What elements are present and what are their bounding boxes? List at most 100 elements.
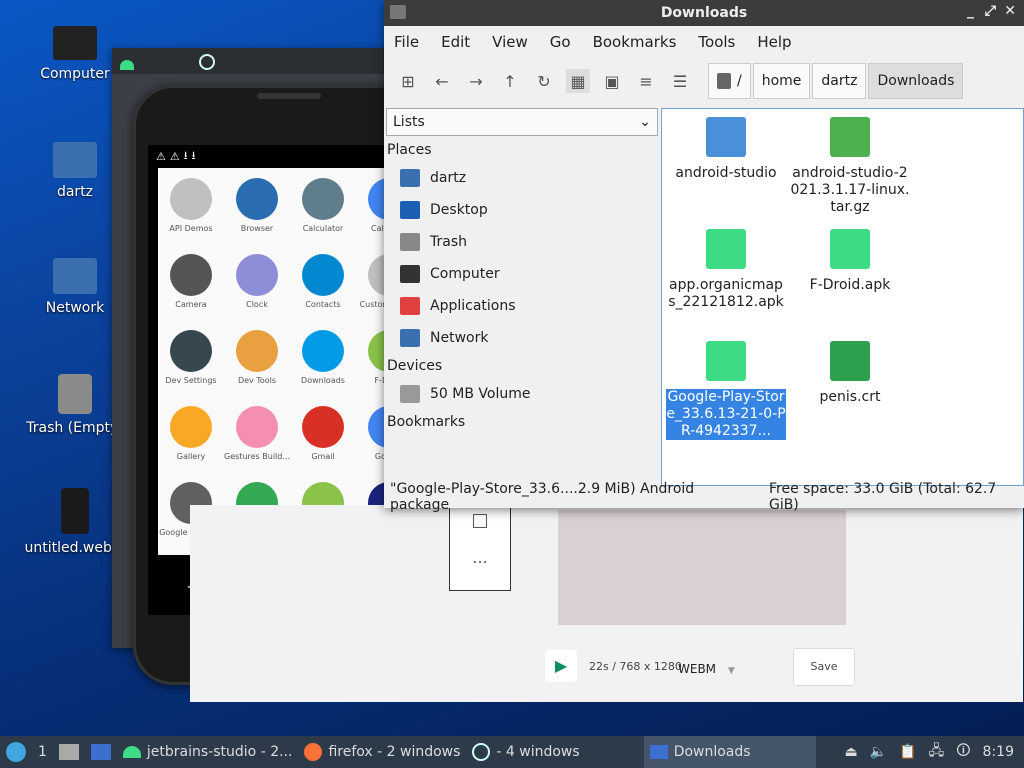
list-view-icon[interactable]: ☰ [668, 69, 692, 93]
network-icon[interactable]: 🖧 [929, 740, 945, 764]
app-icon [170, 254, 212, 296]
clock[interactable]: 8:19 [983, 744, 1014, 760]
menu-file[interactable]: File [394, 33, 419, 51]
breadcrumb-downloads[interactable]: Downloads [868, 63, 964, 99]
menu-help[interactable]: Help [757, 33, 791, 51]
places-list: dartz Desktop Trash Computer Applications Net… [384, 162, 660, 354]
volume-icon[interactable]: 🔈 [870, 744, 887, 760]
screen-recorder-window: ... ▶ 22s / 768 x 1280 WEBM ▼ Save [190, 505, 1023, 702]
eject-icon[interactable]: ⏏ [845, 744, 858, 760]
app-icon [302, 406, 344, 448]
file-item[interactable]: android-studio [666, 117, 786, 182]
sidebar-item-trash[interactable]: Trash [384, 226, 660, 258]
app-launcher[interactable]: Dev Tools [224, 320, 290, 385]
stop-icon[interactable] [473, 514, 487, 528]
app-icon [236, 330, 278, 372]
taskbar-item-firefox[interactable]: firefox - 2 windows [298, 736, 466, 768]
app-launcher[interactable]: Browser [224, 168, 290, 233]
computer-icon [53, 26, 97, 60]
clipboard-icon[interactable]: 📋 [899, 744, 916, 760]
app-icon [236, 254, 278, 296]
forward-arrow-icon[interactable]: → [464, 69, 488, 93]
file-icon [706, 341, 746, 381]
menu-tools[interactable]: Tools [698, 33, 735, 51]
play-button[interactable]: ▶ [545, 650, 577, 682]
save-button[interactable]: Save [793, 648, 855, 686]
drive-icon [400, 385, 420, 403]
thumbnail-view-icon[interactable]: ▣ [600, 69, 624, 93]
file-item[interactable]: app.organicmaps_22121812.apk [666, 229, 786, 311]
sidebar-item-computer[interactable]: Computer [384, 258, 660, 290]
app-launcher[interactable]: Gallery [158, 396, 224, 461]
sidebar-item-volume[interactable]: 50 MB Volume [384, 378, 660, 410]
sidebar-item-network[interactable]: Network [384, 322, 660, 354]
file-name: Google-Play-Store_33.6.13-21-0-PR-494233… [666, 389, 786, 440]
app-launcher[interactable]: Downloads [290, 320, 356, 385]
drive-icon [717, 73, 731, 89]
app-launcher[interactable]: Gestures Build... [224, 396, 290, 461]
sidebar-item-dartz[interactable]: dartz [384, 162, 660, 194]
up-arrow-icon[interactable]: ↑ [498, 69, 522, 93]
compact-view-icon[interactable]: ≡ [634, 69, 658, 93]
window-title: Downloads [660, 5, 748, 21]
app-launcher[interactable]: Clock [224, 244, 290, 309]
sidebar-item-label: Computer [430, 266, 500, 282]
file-item[interactable]: penis.crt [790, 341, 910, 406]
app-launcher[interactable]: Camera [158, 244, 224, 309]
refresh-icon[interactable]: ↻ [532, 69, 556, 93]
app-label: Gmail [311, 452, 335, 461]
more-button[interactable]: ... [450, 548, 510, 567]
menu-go[interactable]: Go [550, 33, 571, 51]
toolbar: ⊞ ← → ↑ ↻ ▦ ▣ ≡ ☰ / home dartz Downloads [384, 58, 1024, 104]
file-item[interactable]: F-Droid.apk [790, 229, 910, 294]
workspace-switcher[interactable]: 1 [32, 736, 53, 768]
icon-view-icon[interactable]: ▦ [566, 69, 590, 93]
sidebar-item-desktop[interactable]: Desktop [384, 194, 660, 226]
new-tab-icon[interactable]: ⊞ [396, 69, 420, 93]
taskbar-item-recorder[interactable]: - 4 windows [466, 736, 585, 768]
file-manager-launcher[interactable] [53, 736, 85, 768]
place-icon [400, 265, 420, 283]
back-arrow-icon[interactable]: ← [430, 69, 454, 93]
sidebar-item-label: Applications [430, 298, 516, 314]
file-item[interactable]: android-studio-2021.3.1.17-linux.tar.gz [790, 117, 910, 216]
chevron-down-icon: ⌄ [639, 114, 651, 130]
breadcrumb-dartz[interactable]: dartz [812, 63, 867, 99]
app-icon [302, 330, 344, 372]
close-icon[interactable]: ✕ [1004, 3, 1016, 19]
breadcrumb-home[interactable]: home [752, 63, 811, 99]
menu-edit[interactable]: Edit [441, 33, 470, 51]
network-folder-icon [53, 258, 97, 294]
place-icon [400, 201, 420, 219]
lxqt-logo-icon [6, 742, 26, 762]
app-launcher[interactable]: Gmail [290, 396, 356, 461]
show-desktop-button[interactable] [85, 736, 117, 768]
menu-view[interactable]: View [492, 33, 528, 51]
bookmarks-header: Bookmarks [387, 414, 466, 430]
app-launcher[interactable]: Dev Settings [158, 320, 224, 385]
sidebar-item-applications[interactable]: Applications [384, 290, 660, 322]
app-launcher[interactable]: API Demos [158, 168, 224, 233]
format-select[interactable]: WEBM ▼ [678, 655, 740, 683]
file-view[interactable]: android-studio android-studio-2021.3.1.17… [661, 108, 1024, 486]
start-menu-button[interactable] [0, 736, 32, 768]
taskbar-item-jetbrains[interactable]: jetbrains-studio - 2... [117, 736, 299, 768]
minimize-icon[interactable]: _ [967, 3, 974, 19]
app-launcher[interactable]: Calculator [290, 168, 356, 233]
menu-bookmarks[interactable]: Bookmarks [593, 33, 677, 51]
taskbar-item-downloads[interactable]: Downloads [643, 736, 816, 768]
maximize-icon[interactable]: ⤢ [985, 3, 996, 19]
download-icon: ⭳ [183, 148, 188, 162]
notification-icon[interactable]: 🛈 [956, 740, 970, 764]
free-space: Free space: 33.0 GiB (Total: 62.7 GiB) [768, 481, 997, 513]
window-titlebar[interactable]: Downloads _ ⤢ ✕ [384, 0, 1024, 26]
breadcrumb-root[interactable]: / [708, 63, 751, 99]
side-pane-mode-select[interactable]: Lists ⌄ [386, 108, 658, 136]
sidebar-item-label: Desktop [430, 202, 488, 218]
place-icon [400, 233, 420, 251]
task-label: firefox - 2 windows [328, 744, 461, 760]
file-item[interactable]: Google-Play-Store_33.6.13-21-0-PR-494233… [666, 341, 786, 440]
app-label: Downloads [301, 376, 345, 385]
app-launcher[interactable]: Contacts [290, 244, 356, 309]
folder-icon [58, 744, 79, 760]
